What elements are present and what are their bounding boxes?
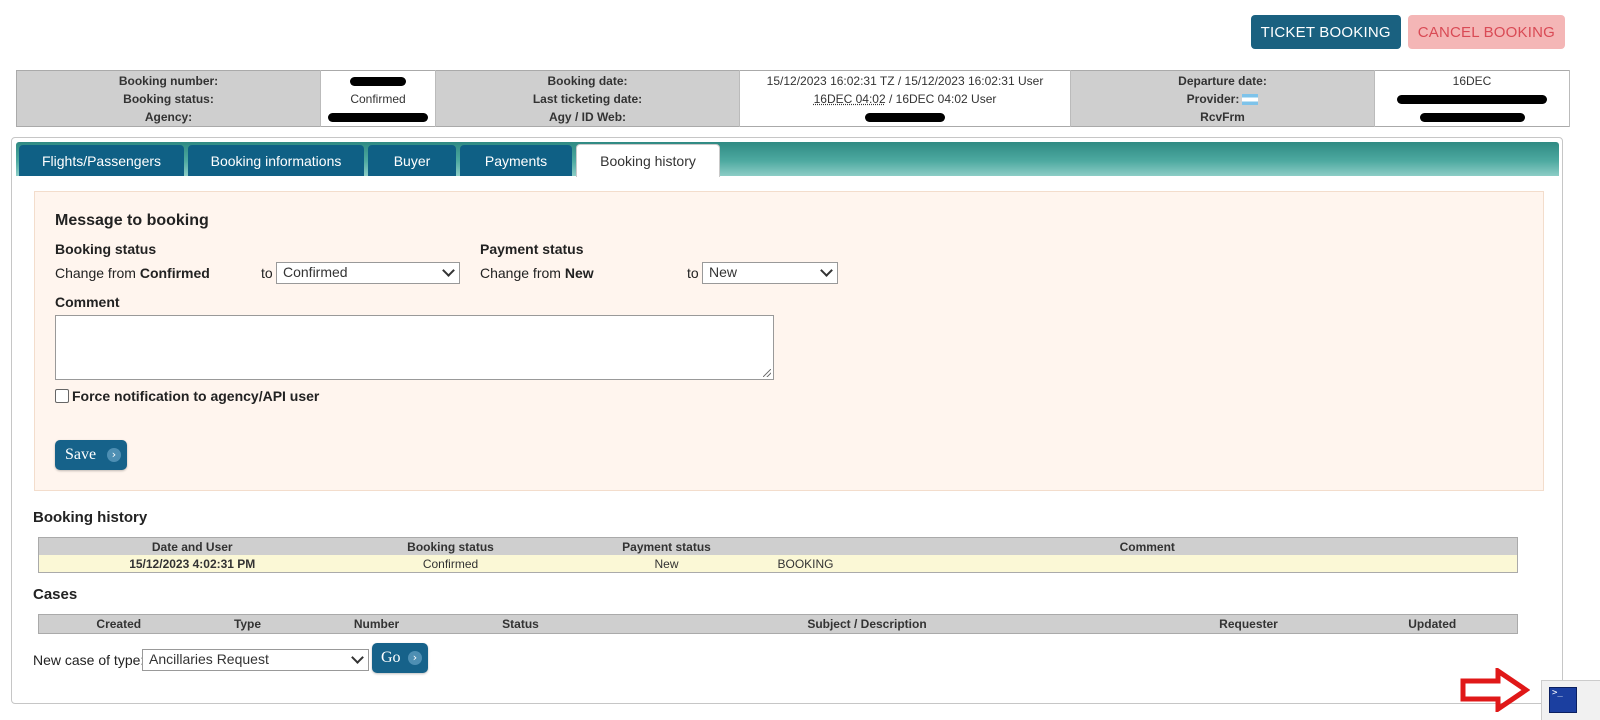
booking-date-label: Booking date: bbox=[547, 74, 628, 88]
tab-flights-passengers[interactable]: Flights/Passengers bbox=[19, 145, 184, 176]
tab-payments[interactable]: Payments bbox=[460, 145, 572, 176]
redacted-agy-id bbox=[865, 113, 945, 123]
departure-date-label: Departure date: bbox=[1178, 74, 1267, 88]
booking-from-value: Confirmed bbox=[139, 265, 210, 281]
booking-number-label: Booking number: bbox=[118, 74, 219, 88]
red-arrow-right-icon bbox=[1460, 668, 1530, 712]
summary-values-mid: 15/12/2023 16:02:31 TZ / 15/12/2023 16:0… bbox=[739, 70, 1071, 127]
col-status: Status bbox=[456, 614, 585, 634]
history-date: 15/12/2023 4:02:31 PM bbox=[38, 555, 346, 573]
chevron-down-icon bbox=[351, 651, 364, 664]
table-row: 15/12/2023 4:02:31 PM Confirmed New BOOK… bbox=[38, 555, 1518, 573]
summary-labels-right: Departure date: Provider: RcvFrm bbox=[1070, 70, 1375, 127]
col-comment: Comment bbox=[777, 537, 1518, 555]
last-ticketing-label: Last ticketing date: bbox=[532, 92, 643, 106]
col-type: Type bbox=[198, 614, 297, 634]
booking-history-title: Booking history bbox=[33, 509, 148, 526]
message-to-booking-panel: Message to booking Booking status Change… bbox=[34, 191, 1544, 491]
agency-label: Agency: bbox=[144, 110, 193, 124]
col-updated: Updated bbox=[1347, 614, 1518, 634]
chevron-right-circle-icon: › bbox=[408, 651, 422, 665]
redacted-provider bbox=[1397, 95, 1547, 105]
argentina-flag-icon bbox=[1242, 94, 1259, 106]
booking-status-select[interactable]: Confirmed bbox=[276, 262, 460, 284]
force-notification-label: Force notification to agency/API user bbox=[72, 388, 320, 404]
resize-handle[interactable] bbox=[763, 369, 771, 377]
booking-status-heading: Booking status bbox=[55, 241, 157, 257]
terminal-icon[interactable]: >_ bbox=[1549, 687, 1577, 713]
summary-labels-mid: Booking date: Last ticketing date: Agy /… bbox=[435, 70, 740, 127]
booking-date-value: 15/12/2023 16:02:31 TZ / 15/12/2023 16:0… bbox=[766, 74, 1044, 88]
force-notification-checkbox[interactable] bbox=[55, 389, 69, 403]
col-payment-status: Payment status bbox=[555, 537, 778, 555]
tab-booking-informations[interactable]: Booking informations bbox=[188, 145, 364, 176]
summary-labels-left: Booking number: Booking status: Agency: bbox=[16, 70, 321, 127]
payment-from-value: New bbox=[564, 265, 594, 281]
history-booking-status: Confirmed bbox=[345, 555, 556, 573]
chevron-down-icon bbox=[820, 264, 833, 277]
col-number: Number bbox=[296, 614, 457, 634]
col-date-user: Date and User bbox=[38, 537, 346, 555]
booking-summary: Booking number: Booking status: Agency: … bbox=[16, 70, 1570, 127]
summary-values-right: 16DEC bbox=[1374, 70, 1570, 127]
terminal-tray: >_ bbox=[1541, 680, 1600, 720]
history-payment-status: New bbox=[555, 555, 778, 573]
payment-change-from: Change from New bbox=[480, 265, 594, 281]
top-actions: TICKET BOOKING CANCEL BOOKING bbox=[1250, 15, 1565, 49]
col-booking-status: Booking status bbox=[345, 537, 556, 555]
tab-bar: Flights/Passengers Booking informations … bbox=[16, 142, 1559, 177]
agy-id-web-label: Agy / ID Web: bbox=[548, 110, 627, 124]
booking-panel: Flights/Passengers Booking informations … bbox=[11, 137, 1563, 704]
comment-label: Comment bbox=[55, 294, 120, 310]
comment-textarea[interactable] bbox=[55, 315, 774, 380]
provider-label-wrap: Provider: bbox=[1071, 90, 1374, 108]
provider-label: Provider: bbox=[1186, 92, 1240, 106]
cancel-booking-button[interactable]: CANCEL BOOKING bbox=[1407, 15, 1565, 49]
ticket-booking-button[interactable]: TICKET BOOKING bbox=[1250, 15, 1401, 49]
tab-buyer[interactable]: Buyer bbox=[368, 145, 456, 176]
go-button[interactable]: Go › bbox=[372, 643, 428, 673]
departure-date-value: 16DEC bbox=[1452, 74, 1492, 88]
payment-to-label: to bbox=[687, 265, 699, 281]
booking-history-table: Date and User Booking status Payment sta… bbox=[38, 537, 1518, 573]
new-case-label: New case of type: bbox=[33, 652, 145, 668]
last-ticketing-value: 16DEC 04:02 / 16DEC 04:02 User bbox=[740, 90, 1070, 108]
booking-status-label: Booking status: bbox=[123, 92, 214, 106]
cases-table: Created Type Number Status Subject / Des… bbox=[38, 614, 1518, 634]
chevron-down-icon bbox=[442, 264, 455, 277]
last-ticketing-user: / 16DEC 04:02 User bbox=[885, 92, 997, 106]
save-button[interactable]: Save › bbox=[55, 440, 127, 470]
payment-status-heading: Payment status bbox=[480, 241, 584, 257]
chevron-right-circle-icon: › bbox=[107, 448, 121, 462]
col-requester: Requester bbox=[1149, 614, 1348, 634]
redacted-booking-number bbox=[350, 77, 406, 87]
booking-change-from: Change from Confirmed bbox=[55, 265, 210, 281]
redacted-agency bbox=[328, 113, 428, 123]
history-comment: BOOKING bbox=[777, 555, 1518, 573]
col-created: Created bbox=[38, 614, 199, 634]
tab-booking-history[interactable]: Booking history bbox=[576, 144, 720, 177]
col-subject: Subject / Description bbox=[584, 614, 1150, 634]
last-ticketing-tz: 16DEC 04:02 bbox=[813, 92, 886, 106]
message-title: Message to booking bbox=[55, 212, 209, 229]
cases-title: Cases bbox=[33, 586, 78, 603]
booking-status-value: Confirmed bbox=[350, 92, 406, 106]
payment-status-select[interactable]: New bbox=[702, 262, 838, 284]
redacted-rcvfrm bbox=[1419, 113, 1525, 123]
rcvfrm-label: RcvFrm bbox=[1200, 110, 1245, 124]
new-case-type-select[interactable]: Ancillaries Request bbox=[142, 649, 369, 671]
summary-values-left: Confirmed bbox=[320, 70, 436, 127]
booking-to-label: to bbox=[261, 265, 273, 281]
